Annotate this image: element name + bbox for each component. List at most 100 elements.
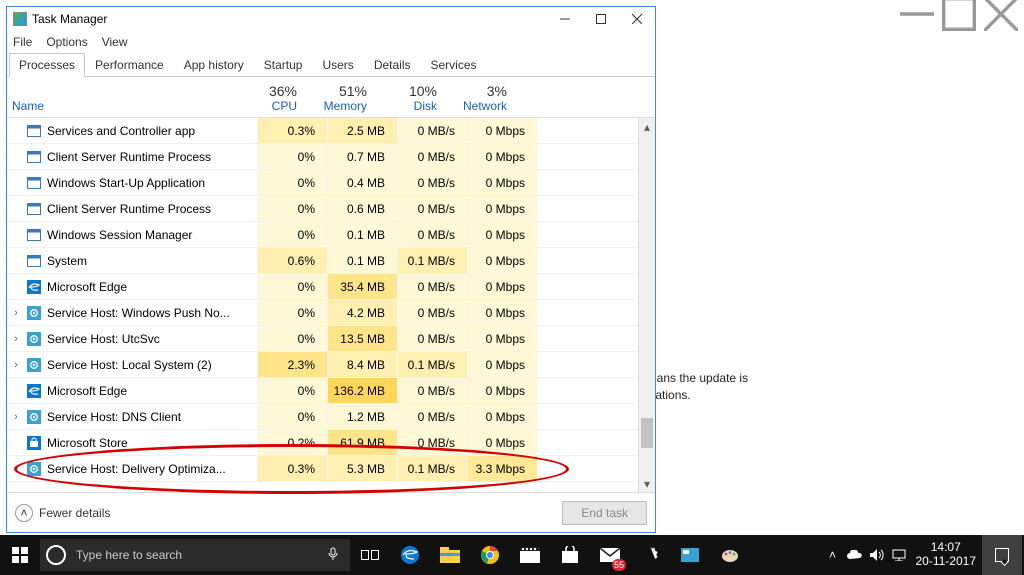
process-name: Windows Start-Up Application (47, 176, 257, 190)
cortana-search-input[interactable]: Type here to search (40, 539, 350, 571)
disk-cell: 0 MB/s (397, 378, 467, 403)
titlebar[interactable]: Task Manager (7, 7, 655, 31)
network-cell: 0 Mbps (467, 326, 537, 351)
end-task-button[interactable]: End task (562, 501, 647, 525)
table-row[interactable]: Microsoft Store0.2%61.9 MB0 MB/s0 Mbps (7, 430, 655, 456)
taskbar-file-explorer-icon[interactable] (430, 535, 470, 575)
tray-onedrive-icon[interactable] (844, 550, 866, 560)
memory-cell: 1.2 MB (327, 404, 397, 429)
menu-file[interactable]: File (13, 35, 32, 49)
table-row[interactable]: ›Service Host: Delivery Optimiza...0.3%5… (7, 456, 655, 482)
tab-users[interactable]: Users (312, 53, 363, 77)
table-row[interactable]: Services and Controller app0.3%2.5 MB0 M… (7, 118, 655, 144)
scroll-up-icon[interactable]: ▴ (639, 118, 655, 135)
bg-maximize-button[interactable] (942, 2, 976, 26)
table-row[interactable]: Client Server Runtime Process0%0.7 MB0 M… (7, 144, 655, 170)
tab-performance[interactable]: Performance (85, 53, 174, 77)
tab-startup[interactable]: Startup (254, 53, 313, 77)
memory-cell: 4.2 MB (327, 300, 397, 325)
disk-cell: 0 MB/s (397, 144, 467, 169)
table-row[interactable]: ›Service Host: DNS Client0%1.2 MB0 MB/s0… (7, 404, 655, 430)
close-button[interactable] (619, 7, 655, 31)
bg-minimize-button[interactable] (900, 2, 934, 26)
disk-cell: 0.1 MB/s (397, 456, 467, 481)
scrollbar[interactable]: ▴ ▾ (638, 118, 655, 492)
window-title: Task Manager (32, 12, 107, 26)
expand-chevron-icon[interactable]: › (7, 307, 25, 319)
table-row[interactable]: Microsoft Edge0%35.4 MB0 MB/s0 Mbps (7, 274, 655, 300)
table-row[interactable]: ›Service Host: UtcSvc0%13.5 MB0 MB/s0 Mb… (7, 326, 655, 352)
fewer-details-button[interactable]: ˄ Fewer details (15, 504, 110, 522)
process-name: Microsoft Edge (47, 384, 257, 398)
tab-app-history[interactable]: App history (174, 53, 254, 77)
start-button[interactable] (0, 535, 40, 575)
maximize-button[interactable] (583, 7, 619, 31)
column-name[interactable]: Name (7, 85, 239, 113)
minimize-button[interactable] (547, 7, 583, 31)
process-icon (25, 227, 43, 243)
task-manager-icon (13, 12, 27, 26)
memory-cell: 13.5 MB (327, 326, 397, 351)
tab-details[interactable]: Details (364, 53, 421, 77)
taskbar-mail-icon[interactable]: 55 (590, 535, 630, 575)
column-disk[interactable]: 10%Disk (379, 83, 449, 113)
menu-view[interactable]: View (102, 35, 128, 49)
taskbar-paint-icon[interactable] (710, 535, 750, 575)
tray-volume-icon[interactable] (866, 549, 888, 561)
task-view-button[interactable] (350, 535, 390, 575)
disk-cell: 0 MB/s (397, 196, 467, 221)
process-name: Service Host: Delivery Optimiza... (47, 462, 257, 476)
column-network[interactable]: 3%Network (449, 83, 519, 113)
scroll-down-icon[interactable]: ▾ (639, 475, 655, 492)
mail-badge: 55 (612, 559, 626, 571)
taskbar-settings-icon[interactable] (630, 535, 670, 575)
taskbar-store-icon[interactable] (550, 535, 590, 575)
expand-chevron-icon[interactable]: › (7, 359, 25, 371)
taskbar-chrome-icon[interactable] (470, 535, 510, 575)
table-row[interactable]: ›Service Host: Local System (2)2.3%8.4 M… (7, 352, 655, 378)
table-row[interactable]: Client Server Runtime Process0%0.6 MB0 M… (7, 196, 655, 222)
bg-close-button[interactable] (984, 2, 1018, 26)
tab-services[interactable]: Services (421, 53, 487, 77)
table-row[interactable]: ›Service Host: Windows Push No...0%4.2 M… (7, 300, 655, 326)
tab-processes[interactable]: Processes (9, 53, 85, 77)
cpu-cell: 0% (257, 300, 327, 325)
menu-options[interactable]: Options (46, 35, 87, 49)
taskbar-edge-icon[interactable] (390, 535, 430, 575)
network-cell: 0 Mbps (467, 274, 537, 299)
column-memory[interactable]: 51%Memory (309, 83, 379, 113)
table-row[interactable]: Windows Start-Up Application0%0.4 MB0 MB… (7, 170, 655, 196)
network-cell: 0 Mbps (467, 404, 537, 429)
process-icon (25, 123, 43, 139)
table-row[interactable]: Microsoft Edge0%136.2 MB0 MB/s0 Mbps (7, 378, 655, 404)
clock[interactable]: 14:07 20-11-2017 (910, 541, 983, 569)
expand-chevron-icon[interactable]: › (7, 411, 25, 423)
expand-chevron-icon[interactable]: › (7, 463, 25, 475)
process-name: Services and Controller app (47, 124, 257, 138)
process-icon (25, 331, 43, 347)
network-cell: 0 Mbps (467, 144, 537, 169)
tray-network-icon[interactable] (888, 549, 910, 561)
cpu-cell: 0% (257, 378, 327, 403)
network-cell: 0 Mbps (467, 352, 537, 377)
memory-cell: 61.9 MB (327, 430, 397, 455)
taskbar: Type here to search 55 ˄ 14:07 20-11-201… (0, 535, 1024, 575)
table-row[interactable]: Windows Session Manager0%0.1 MB0 MB/s0 M… (7, 222, 655, 248)
column-cpu[interactable]: 36%CPU (239, 83, 309, 113)
process-icon (25, 305, 43, 321)
disk-cell: 0 MB/s (397, 222, 467, 247)
process-icon (25, 175, 43, 191)
cpu-cell: 0.6% (257, 248, 327, 273)
cpu-cell: 0% (257, 170, 327, 195)
scroll-thumb[interactable] (641, 418, 653, 448)
tray-overflow-icon[interactable]: ˄ (822, 548, 844, 562)
expand-chevron-icon[interactable]: › (7, 333, 25, 345)
taskbar-movies-icon[interactable] (510, 535, 550, 575)
process-name: System (47, 254, 257, 268)
table-row[interactable]: System0.6%0.1 MB0.1 MB/s0 Mbps (7, 248, 655, 274)
taskbar-app-icon[interactable] (670, 535, 710, 575)
process-icon (25, 279, 43, 295)
action-center-button[interactable] (982, 535, 1022, 575)
memory-cell: 0.1 MB (327, 222, 397, 247)
mic-icon[interactable] (326, 547, 340, 564)
